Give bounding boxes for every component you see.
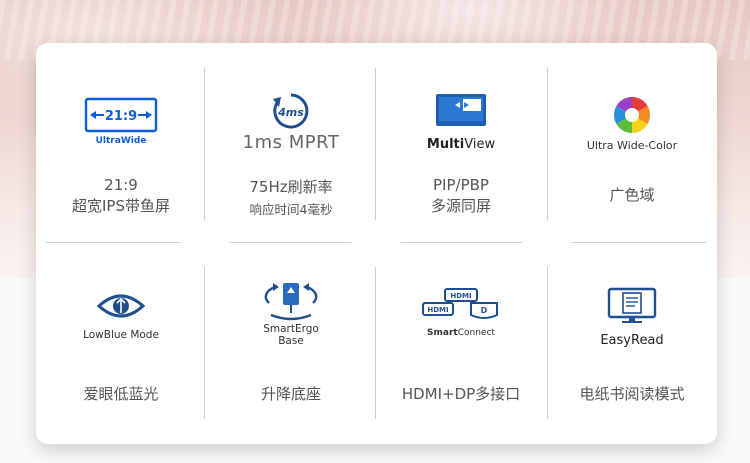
feature-caption: MultiView <box>376 137 546 152</box>
caption-rest: View <box>464 137 496 152</box>
svg-text:D: D <box>481 306 488 315</box>
feature-line-2: 响应时间4毫秒 <box>249 202 333 217</box>
feature-caption: UltraWide <box>95 136 147 146</box>
hdmi-label: HDMI <box>427 306 448 314</box>
hdmi-label: HDMI <box>450 292 471 300</box>
feature-line-1: 电纸书阅读模式 <box>579 385 685 403</box>
feature-ultrawide: 21:9 UltraWide 21:9 超宽IPS带鱼屏 <box>36 43 206 243</box>
feature-multiview: MultiView PIP/PBP 多源同屏 <box>376 43 546 243</box>
feature-caption: SmartConnect <box>376 328 546 338</box>
icon-label: 21:9 <box>105 109 137 124</box>
feature-line-1: 75Hz刷新率 <box>249 178 333 196</box>
eye-icon <box>97 294 145 318</box>
feature-panel: 21:9 UltraWide 21:9 超宽IPS带鱼屏 4ms 1ms MPR… <box>36 43 717 444</box>
feature-caption: LowBlue Mode <box>83 329 159 341</box>
feature-wide-color: Ultra Wide-Color 广色域 <box>547 43 717 243</box>
feature-line-1: 升降底座 <box>260 385 321 403</box>
multiview-icon <box>436 94 486 126</box>
feature-ergo-base: SmartErgo Base 升降底座 <box>206 243 376 443</box>
feature-caption: EasyRead <box>600 333 664 348</box>
smartconnect-icon: HDMI HDMI D <box>422 288 498 319</box>
feature-caption-2: Base <box>278 335 304 347</box>
feature-smartconnect: HDMI HDMI D SmartConnect HDMI+DP多接口 <box>376 243 546 443</box>
feature-response-time: 4ms 1ms MPRT 75Hz刷新率 响应时间4毫秒 <box>206 43 376 243</box>
response-time-icon: 4ms <box>273 93 309 129</box>
ergo-base-icon <box>264 283 318 321</box>
feature-line-2: 超宽IPS带鱼屏 <box>72 197 170 215</box>
feature-caption-1: SmartErgo <box>263 323 319 335</box>
caption-bold: Multi <box>426 137 465 152</box>
feature-easyread: EasyRead 电纸书阅读模式 <box>547 243 717 443</box>
ultrawide-21-9-icon: 21:9 <box>84 97 158 133</box>
feature-line-1: 爱眼低蓝光 <box>83 385 159 403</box>
caption-bold: Smart <box>427 328 458 338</box>
feature-line-1: 广色域 <box>609 186 655 204</box>
feature-caption: 1ms MPRT <box>242 132 340 153</box>
easyread-icon <box>607 287 657 323</box>
feature-caption: Ultra Wide-Color <box>586 139 678 152</box>
feature-line-1: PIP/PBP <box>433 176 489 194</box>
color-wheel-icon <box>613 97 651 133</box>
feature-line-1: 21:9 <box>104 176 138 194</box>
caption-rest: Connect <box>457 328 495 338</box>
feature-lowblue: LowBlue Mode 爱眼低蓝光 <box>36 243 206 443</box>
icon-label: 4ms <box>277 106 304 119</box>
feature-line-2: 多源同屏 <box>430 197 491 215</box>
feature-line-1: HDMI+DP多接口 <box>401 385 521 403</box>
